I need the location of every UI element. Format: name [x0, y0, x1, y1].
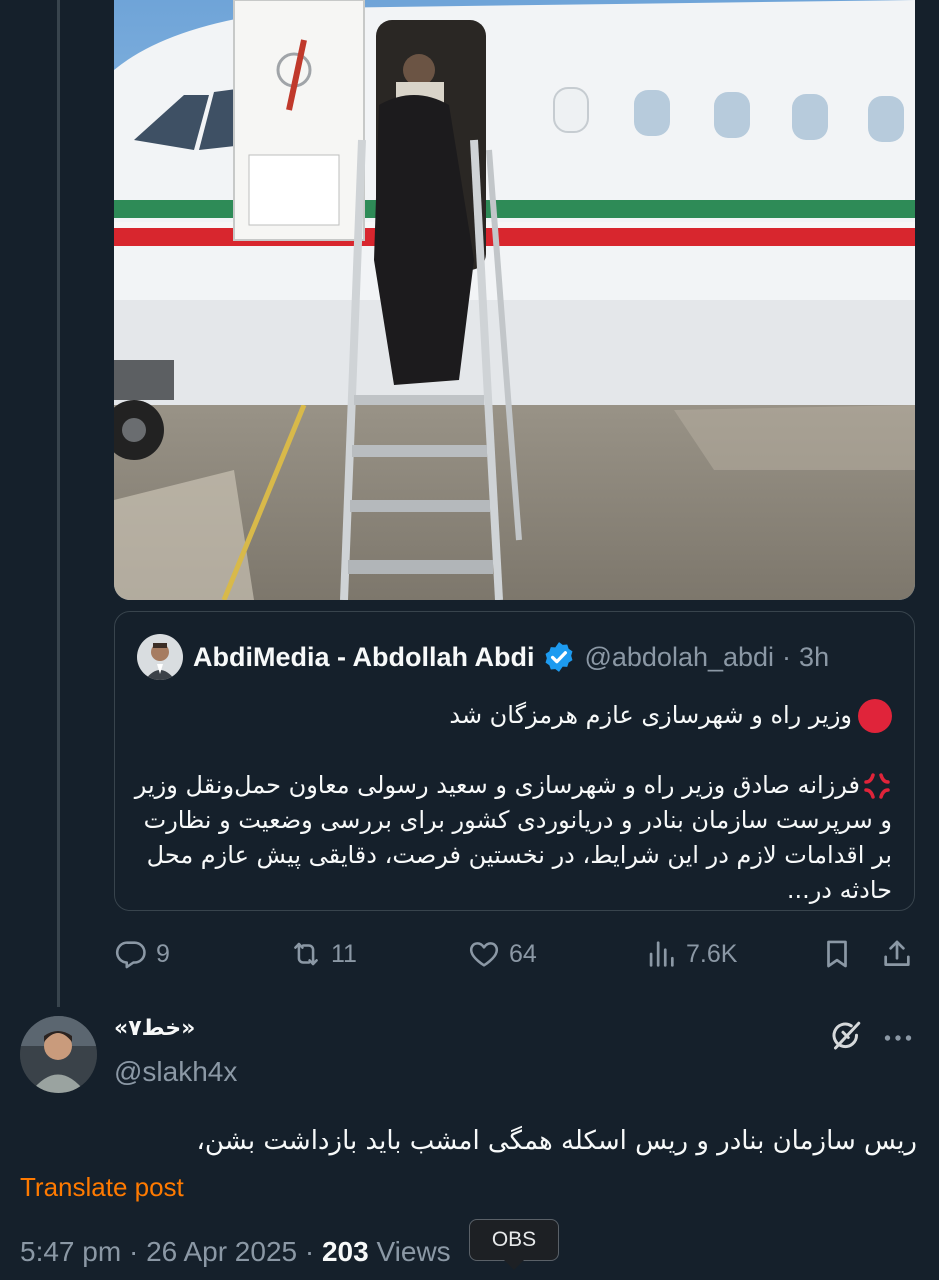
like-icon — [469, 942, 499, 967]
repost-button[interactable]: 11 — [289, 932, 357, 976]
post-date[interactable]: 26 Apr 2025 — [146, 1236, 297, 1267]
verified-badge-icon — [546, 642, 573, 672]
post-views-count: 203 — [321, 1236, 369, 1267]
translate-post-link[interactable]: Translate post — [20, 1172, 184, 1203]
more-icon[interactable] — [880, 1020, 916, 1056]
separator-dot: · — [128, 1236, 139, 1267]
views-button[interactable]: 7.6K — [644, 932, 737, 976]
reply-button[interactable]: 9 — [114, 932, 170, 976]
reply-count: 9 — [156, 939, 170, 968]
quoted-post-text: وزیر راه و شهرسازی عازم هرمزگان شد فرزان… — [132, 698, 892, 908]
post-views-label: Views — [376, 1236, 451, 1267]
quoted-post-headline: وزیر راه و شهرسازی عازم هرمزگان شد — [132, 698, 892, 733]
quoted-post-line1: وزیر راه و شهرسازی عازم هرمزگان شد — [449, 701, 852, 729]
like-count: 64 — [509, 939, 537, 968]
quoted-author-handle[interactable]: @abdolah_abdi — [584, 642, 774, 673]
obs-tooltip: OBS — [469, 1219, 559, 1270]
views-count: 7.6K — [686, 939, 738, 968]
thread-connector-line — [57, 0, 60, 1007]
post-image[interactable] — [114, 0, 915, 600]
quoted-post-card[interactable]: AbdiMedia - Abdollah Abdi @abdolah_abdi … — [114, 611, 915, 911]
share-icon — [884, 940, 910, 966]
paragraph-break — [132, 733, 892, 768]
reply-post-text: ریس سازمان بنادر و ریس اسکله همگی امشب ب… — [196, 1126, 917, 1156]
bookmark-button[interactable] — [820, 932, 854, 976]
quoted-author-name[interactable]: AbdiMedia - Abdollah Abdi — [193, 642, 534, 673]
views-icon — [649, 941, 674, 967]
post-metadata: 5:47 pm · 26 Apr 2025 · 203 Views — [20, 1236, 451, 1268]
anger-symbol-emoji — [864, 773, 890, 799]
red-circle-emoji — [858, 699, 892, 733]
quoted-post-time[interactable]: 3h — [799, 642, 829, 673]
quoted-author-avatar[interactable] — [137, 634, 183, 680]
separator-dot: · — [782, 641, 792, 672]
reply-author-avatar[interactable] — [20, 1016, 97, 1093]
like-button[interactable]: 64 — [467, 932, 537, 976]
share-button[interactable] — [880, 932, 914, 976]
grok-icon[interactable] — [828, 1018, 864, 1054]
airplane-photo — [114, 0, 915, 600]
quoted-post-header: AbdiMedia - Abdollah Abdi @abdolah_abdi … — [137, 634, 829, 680]
separator-dot: · — [304, 1236, 315, 1267]
repost-count: 11 — [331, 939, 357, 968]
bookmark-icon — [827, 940, 847, 968]
reply-author-name[interactable]: «خط۷» — [114, 1016, 195, 1041]
quoted-post-paragraph: فرزانه صادق وزیر راه و شهرسازی و سعید رس… — [132, 768, 892, 908]
repost-icon — [294, 942, 318, 966]
quoted-post-paragraph-text: فرزانه صادق وزیر راه و شهرسازی و سعید رس… — [134, 771, 892, 904]
engagement-bar: 9 11 64 7.6K — [114, 932, 915, 976]
reply-author-handle[interactable]: @slakh4x — [114, 1056, 237, 1088]
post-time[interactable]: 5:47 pm — [20, 1236, 121, 1267]
reply-icon — [115, 941, 146, 969]
